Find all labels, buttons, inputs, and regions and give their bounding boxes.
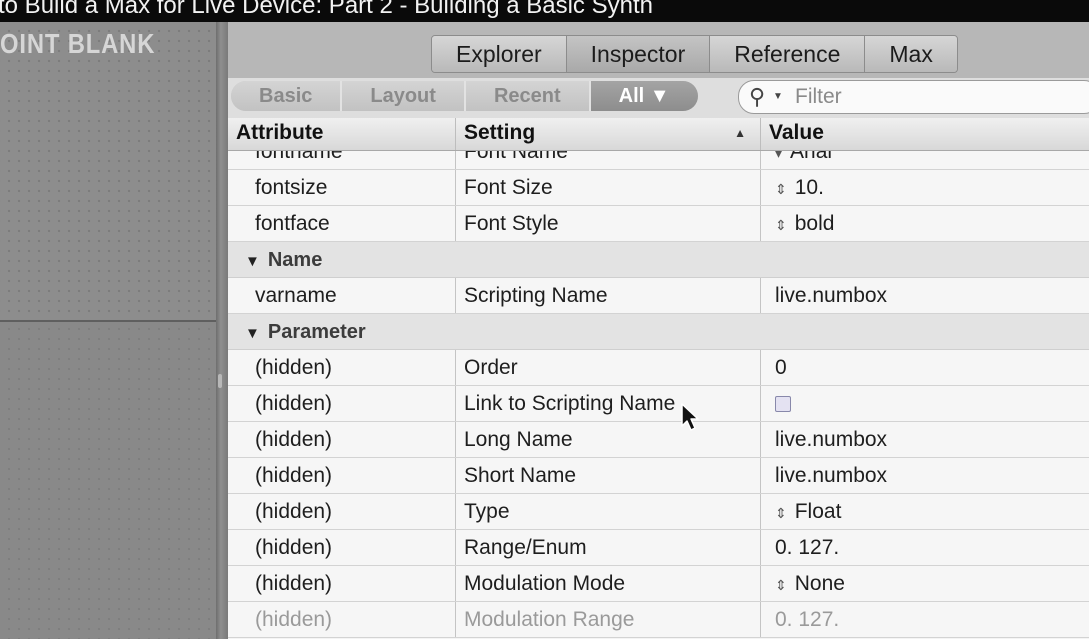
filter-basic[interactable]: Basic — [231, 81, 343, 111]
inspector-panel: Explorer Inspector Reference Max Basic L… — [228, 22, 1089, 639]
setting-cell: Order — [456, 350, 761, 385]
attribute-cell: (hidden) — [228, 458, 456, 493]
sidebar-tabs: Explorer Inspector Reference Max — [431, 35, 958, 73]
attribute-cell: (hidden) — [228, 602, 456, 637]
table-row[interactable]: (hidden) Type ⇕ Float — [228, 494, 1089, 530]
filter-recent[interactable]: Recent — [465, 81, 591, 111]
attribute-cell: fontsize — [228, 170, 456, 205]
tab-explorer[interactable]: Explorer — [432, 36, 567, 72]
attribute-cell: (hidden) — [228, 494, 456, 529]
tab-max[interactable]: Max — [865, 36, 957, 72]
chevron-down-icon[interactable]: ▾ — [775, 151, 782, 161]
attribute-cell: fontname — [228, 151, 456, 169]
value-text: 10. — [794, 176, 824, 199]
setting-cell: Long Name — [456, 422, 761, 457]
value-cell[interactable]: ⇕ 10. — [761, 170, 1089, 205]
attribute-cell: fontface — [228, 206, 456, 241]
group-header-name[interactable]: ▼ Name — [228, 242, 1089, 278]
filter-bar: Basic Layout Recent All ▼ ⚲ ▼ — [228, 78, 1089, 118]
setting-cell: Range/Enum — [456, 530, 761, 565]
up-down-arrows-icon[interactable]: ⇕ — [775, 181, 787, 197]
table-row[interactable]: (hidden) Link to Scripting Name — [228, 386, 1089, 422]
attribute-table: fontname Font Name ▾ Arial fontsize Font … — [228, 151, 1089, 639]
table-header: Attribute Setting ▲ Value — [228, 118, 1089, 151]
value-cell[interactable]: 0. 127. — [761, 530, 1089, 565]
setting-cell: Scripting Name — [456, 278, 761, 313]
column-label: Attribute — [236, 121, 324, 144]
filter-layout[interactable]: Layout — [342, 81, 466, 111]
mouse-pointer-icon — [681, 403, 699, 431]
attribute-cell: (hidden) — [228, 350, 456, 385]
table-row[interactable]: (hidden) Modulation Range 0. 127. — [228, 602, 1089, 638]
value-text: Float — [794, 500, 842, 523]
attribute-cell: (hidden) — [228, 386, 456, 421]
setting-cell: Font Style — [456, 206, 761, 241]
value-text: None — [794, 572, 845, 595]
attribute-cell: (hidden) — [228, 530, 456, 565]
group-label: Parameter — [267, 321, 366, 343]
value-cell[interactable]: live.numbox — [761, 422, 1089, 457]
group-label: Name — [267, 249, 323, 271]
video-title-bar: to Build a Max for Live Device: Part 2 -… — [0, 0, 1089, 22]
link-to-scripting-name-checkbox[interactable] — [775, 396, 791, 413]
setting-cell: Font Name — [456, 151, 761, 169]
up-down-arrows-icon[interactable]: ⇕ — [775, 577, 787, 593]
filter-search[interactable]: ⚲ ▼ — [738, 80, 1089, 114]
table-row[interactable]: fontface Font Style ⇕ bold — [228, 206, 1089, 242]
category-filter: Basic Layout Recent All ▼ — [231, 81, 698, 111]
value-cell[interactable]: ⇕ None — [761, 566, 1089, 601]
value-cell[interactable]: ▾ Arial — [761, 151, 1089, 169]
sort-ascending-icon: ▲ — [734, 126, 746, 140]
video-title: to Build a Max for Live Device: Part 2 -… — [0, 0, 653, 19]
attribute-cell: (hidden) — [228, 566, 456, 601]
filter-input[interactable] — [793, 83, 1077, 111]
column-label: Value — [769, 121, 824, 144]
value-cell[interactable]: 0. 127. — [761, 602, 1089, 637]
table-row[interactable]: (hidden) Long Name live.numbox — [228, 422, 1089, 458]
value-cell[interactable]: ⇕ bold — [761, 206, 1089, 241]
triangle-down-icon[interactable]: ▼ — [245, 316, 260, 352]
setting-cell: Type — [456, 494, 761, 529]
tab-reference[interactable]: Reference — [710, 36, 866, 72]
filter-all[interactable]: All ▼ — [590, 81, 698, 111]
attribute-cell: varname — [228, 278, 456, 313]
value-cell[interactable] — [761, 386, 1089, 421]
value-text: Arial — [790, 151, 833, 163]
triangle-down-icon[interactable]: ▼ — [245, 244, 260, 280]
column-header-setting[interactable]: Setting ▲ — [456, 118, 761, 150]
table-row[interactable]: (hidden) Order 0 — [228, 350, 1089, 386]
group-header-parameter[interactable]: ▼ Parameter — [228, 314, 1089, 350]
column-header-value[interactable]: Value — [761, 118, 1089, 150]
column-header-attribute[interactable]: Attribute — [228, 118, 456, 150]
brand-logo: OINT BLANK — [0, 28, 156, 59]
splitter-grip-icon[interactable] — [218, 374, 222, 388]
patcher-canvas[interactable] — [0, 22, 216, 320]
up-down-arrows-icon[interactable]: ⇕ — [775, 505, 787, 521]
table-row[interactable]: varname Scripting Name live.numbox — [228, 278, 1089, 314]
table-row[interactable]: (hidden) Modulation Mode ⇕ None — [228, 566, 1089, 602]
setting-cell: Short Name — [456, 458, 761, 493]
setting-cell: Font Size — [456, 170, 761, 205]
patcher-lower-area[interactable] — [0, 322, 216, 639]
panel-splitter[interactable] — [216, 22, 228, 639]
value-cell[interactable]: 0 — [761, 350, 1089, 385]
value-cell[interactable]: live.numbox — [761, 278, 1089, 313]
setting-cell: Modulation Mode — [456, 566, 761, 601]
column-label: Setting — [464, 121, 536, 144]
chevron-down-icon[interactable]: ▼ — [773, 91, 783, 102]
value-cell[interactable]: ⇕ Float — [761, 494, 1089, 529]
setting-cell: Link to Scripting Name — [456, 386, 761, 421]
table-row[interactable]: fontname Font Name ▾ Arial — [228, 151, 1089, 170]
setting-cell: Modulation Range — [456, 602, 761, 637]
value-cell[interactable]: live.numbox — [761, 458, 1089, 493]
table-row[interactable]: (hidden) Range/Enum 0. 127. — [228, 530, 1089, 566]
table-row[interactable]: fontsize Font Size ⇕ 10. — [228, 170, 1089, 206]
value-text: bold — [794, 212, 835, 235]
table-row[interactable]: (hidden) Short Name live.numbox — [228, 458, 1089, 494]
tab-inspector[interactable]: Inspector — [566, 36, 711, 72]
search-icon[interactable]: ⚲ — [749, 84, 765, 110]
attribute-cell: (hidden) — [228, 422, 456, 457]
up-down-arrows-icon[interactable]: ⇕ — [775, 217, 787, 233]
